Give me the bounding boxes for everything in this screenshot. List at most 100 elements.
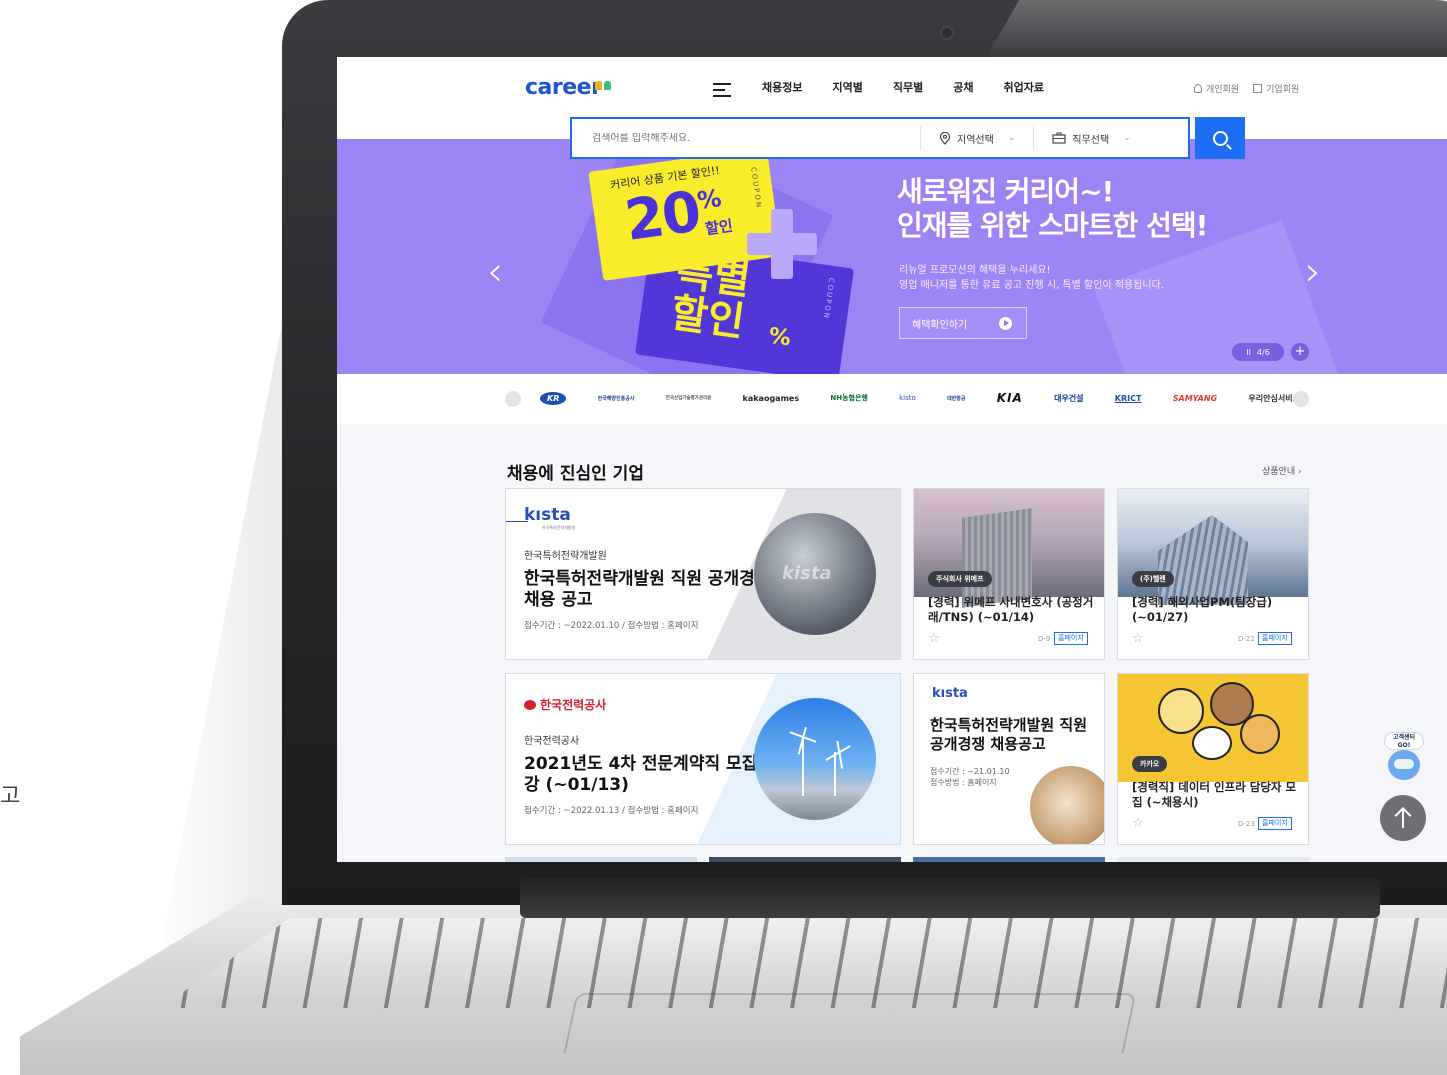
lid-gloss [984,0,1447,60]
job-card-kakao[interactable]: 카카오 [경력직] 데이터 인프라 담당자 모집 (~채용시) ☆ D-23 홈… [1117,673,1309,845]
logos-prev-button[interactable] [505,391,521,407]
company-tag: 주식회사 위메프 [928,571,992,587]
search-bar: 지역선택 ⌄ 직무선택 ⌄ [570,117,1190,159]
card-meta: 접수기간 : ~2022.01.13 / 접수방법 : 홈페이지 [524,806,699,816]
card-company: 한국전력공사 [524,736,580,747]
person-icon [1194,84,1202,93]
card-meta: 접수기간 : ~21.01.10 접수방법 : 홈페이지 [930,766,1010,788]
job-card-kisto-2[interactable]: kısta 한국특허전략개발원 직원 공개경쟁 채용공고 접수기간 : ~21.… [913,673,1105,845]
company-logo[interactable]: kakaogames [743,394,800,403]
customer-center-bubble: 고객센터 GO! [1384,732,1424,750]
job-card-hellen[interactable]: (주)헬렌 [경력] 해외사업PM(팀장급) (~01/27) ☆ D-22 홈… [1117,488,1309,660]
banner-prev-icon[interactable]: ‹ [487,249,503,295]
kepco-logo: 한국전력공사 [524,696,606,713]
search-icon [1212,130,1228,146]
stage: 고 career 채용정보 지역별 직무별 공채 취업자료 개인회원 기업회원 [0,0,1447,1075]
company-member-label: 기업회원 [1266,85,1300,95]
company-logo[interactable]: 한국산업기술평가관리원 [666,395,712,401]
nav-public[interactable]: 공채 [953,79,973,95]
job-card-kepco[interactable]: 한국전력공사 한국전력공사 2021년도 4차 전문계약직 모집요강 (~01/… [505,673,901,845]
company-tag: (주)헬렌 [1132,571,1174,587]
card-title: [경력직] 데이터 인프라 담당자 모집 (~채용시) [1132,780,1297,809]
company-member-link[interactable]: 기업회원 [1253,82,1299,95]
star-icon[interactable]: ☆ [928,631,940,646]
briefcase-icon [1052,132,1066,144]
building-icon [1253,84,1263,93]
product-info-link[interactable]: 상품안내 › [1262,464,1302,477]
card-meta-line1: 접수기간 : ~21.01.10 [930,767,1010,776]
benefit-check-button[interactable]: 혜택확인하기 [899,307,1027,339]
benefit-check-label: 혜택확인하기 [912,319,968,331]
card-title: 한국특허전략개발원 직원 공개경쟁 채용 공고 [524,569,771,610]
customer-center-button[interactable]: 고객센터 GO! [1380,732,1428,780]
company-logo[interactable]: kisto [899,394,916,402]
coupon-word: COUPON [821,277,836,321]
star-icon[interactable]: ☆ [1132,816,1144,831]
banner-more-button[interactable]: + [1291,343,1309,361]
personal-member-link[interactable]: 개인회원 [1194,82,1239,95]
homepage-badge: 홈페이지 [1258,817,1292,830]
chevron-down-icon: ⌄ [1007,133,1016,143]
banner-pager[interactable]: II 4/6 [1232,343,1284,361]
wind-turbine-image [754,698,876,820]
compass-image [1030,766,1104,844]
company-logo[interactable]: 대우건설 [1054,393,1083,404]
building-shape [1158,515,1248,605]
company-logo-strip: KR 한국해양진흥공사 한국산업기술평가관리원 kakaogames NH농협은… [337,374,1447,424]
star-icon[interactable]: ☆ [1132,631,1144,646]
card-title: 2021년도 4차 전문계약직 모집요강 (~01/13) [524,754,773,795]
robot-mascot-icon [1388,750,1420,780]
section-title: 채용에 진심인 기업 [507,464,644,484]
coupon-discount: 할인 [704,216,734,239]
career-logo[interactable]: career [525,75,602,100]
job-card-wemakeprice[interactable]: 주식회사 위메프 [경력] 위메프 사내변호사 (공정거래/TNS) (~01/… [913,488,1105,660]
card-meta: 접수기간 : ~2022.01.10 / 접수방법 : 홈페이지 [524,621,699,631]
company-logo[interactable]: KIA [997,391,1023,405]
company-logo[interactable]: KR [540,391,567,405]
scroll-top-button[interactable] [1380,795,1426,841]
card-peek [913,857,1105,862]
character-face [1158,688,1204,734]
region-select[interactable]: 지역선택 ⌄ [920,126,1033,150]
search-button[interactable] [1195,117,1245,159]
card-title: [경력] 해외사업PM(팀장급) (~01/27) [1132,595,1273,624]
user-links: 개인회원 기업회원 [1194,82,1299,95]
pause-icon[interactable]: II [1246,348,1251,357]
card-title: [경력] 위메프 사내변호사 (공정거래/TNS) (~01/14) [928,595,1094,624]
homepage-badge: 홈페이지 [1258,632,1292,645]
chevron-down-icon: ⌄ [1123,133,1131,143]
company-logo[interactable]: SAMYANG [1173,394,1217,403]
job-card-kisto[interactable]: kısta 한국특허전략개발원 한국특허전략개발원 한국특허전략개발원 직원 공… [505,488,901,660]
company-logo[interactable]: 한국해양진흥공사 [598,395,635,402]
customer-center-label: 고객센터 [1392,734,1416,741]
card-title: 한국특허전략개발원 직원 공개경쟁 채용공고 [930,716,1088,753]
coupon-word: COUPON [749,166,764,210]
nav-resources[interactable]: 취업자료 [1003,79,1043,95]
banner-desc-line2: 영업 매니저를 통한 유료 공고 진행 시, 특별 할인이 적용됩니다. [899,280,1164,291]
card-meta-line2: 접수방법 : 홈페이지 [930,778,997,787]
logo-badge-icon [595,75,613,91]
nav-region[interactable]: 지역별 [832,79,862,95]
location-pin-icon [939,131,951,145]
personal-member-label: 개인회원 [1206,85,1240,95]
job-select[interactable]: 직무선택 ⌄ [1033,126,1148,150]
logos-next-button[interactable] [1293,391,1309,407]
company-logo[interactable]: KRICT [1115,394,1142,403]
banner-desc-line1: 리뉴얼 프로모션의 혜택을 누리세요! [899,265,1051,276]
company-logo[interactable]: 대한항공 [947,395,965,402]
nav-jobs[interactable]: 채용정보 [762,79,802,95]
building-shape [962,508,1032,608]
kisto-logo-sub: 한국특허전략개발원 [542,525,576,530]
logo-row: KR 한국해양진흥공사 한국산업기술평가관리원 kakaogames NH농협은… [540,391,1300,405]
card-peek [709,857,901,862]
homepage-badge: 홈페이지 [1054,632,1088,645]
menu-icon[interactable] [713,83,731,97]
promo-banner: ‹ › 특별 할인 % COUPON 커리어 상품 기본 할인!! 20 % 할인… [337,139,1447,374]
banner-title-line2: 인재를 위한 스마트한 선택! [897,209,1208,242]
nav-job-type[interactable]: 직무별 [893,79,923,95]
banner-next-icon[interactable]: › [1305,249,1321,295]
laptop-trackpad [563,993,1137,1053]
search-input[interactable] [572,132,912,144]
globe-image: kista [754,513,876,635]
company-logo[interactable]: NH농협은행 [830,393,867,403]
